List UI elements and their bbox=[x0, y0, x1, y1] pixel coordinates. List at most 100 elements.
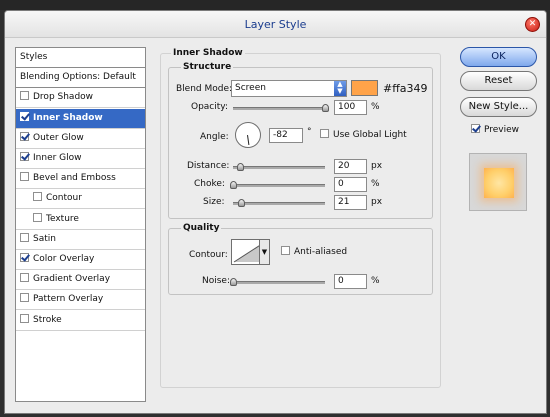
shadow-color-swatch[interactable] bbox=[351, 80, 378, 96]
style-item-checkbox[interactable] bbox=[20, 253, 29, 262]
style-item-checkbox[interactable] bbox=[33, 212, 42, 222]
size-unit: px bbox=[371, 197, 383, 207]
style-item-gradient-overlay[interactable]: Gradient Overlay bbox=[16, 270, 145, 291]
preview-checkbox[interactable] bbox=[471, 124, 480, 133]
size-input[interactable]: 21 bbox=[334, 195, 367, 210]
ok-button[interactable]: OK bbox=[460, 47, 537, 67]
noise-slider[interactable] bbox=[230, 278, 325, 286]
anti-aliased-checkbox[interactable] bbox=[281, 246, 290, 255]
opacity-unit: % bbox=[371, 102, 380, 112]
style-item-outer-glow[interactable]: Outer Glow bbox=[16, 129, 145, 149]
style-item-checkbox[interactable] bbox=[20, 91, 29, 101]
contour-dropdown-button[interactable]: ▼ bbox=[259, 239, 270, 265]
choke-unit: % bbox=[371, 179, 380, 189]
close-button[interactable]: ✕ bbox=[525, 17, 540, 32]
blend-mode-value: Screen bbox=[235, 83, 266, 93]
style-item-blending-options-default[interactable]: Blending Options: Default bbox=[16, 68, 145, 89]
style-item-checkbox[interactable] bbox=[20, 273, 29, 283]
dialog-title: Layer Style bbox=[244, 18, 307, 31]
style-item-label: Inner Glow bbox=[33, 153, 82, 163]
opacity-slider[interactable] bbox=[233, 104, 329, 112]
noise-slider-knob[interactable] bbox=[230, 278, 237, 286]
style-item-label: Color Overlay bbox=[33, 254, 95, 264]
layer-style-dialog: Layer Style ✕ Styles Blending Options: De… bbox=[4, 10, 547, 414]
angle-dial[interactable] bbox=[235, 122, 261, 148]
style-item-checkbox[interactable] bbox=[20, 152, 29, 161]
style-item-checkbox[interactable] bbox=[20, 131, 29, 141]
style-item-color-overlay[interactable]: Color Overlay bbox=[16, 250, 145, 270]
noise-unit: % bbox=[371, 276, 380, 286]
angle-input[interactable]: -82 bbox=[269, 128, 303, 143]
style-item-texture[interactable]: Texture bbox=[16, 210, 145, 230]
style-item-inner-shadow[interactable]: Inner Shadow bbox=[16, 108, 145, 129]
style-item-pattern-overlay[interactable]: Pattern Overlay bbox=[16, 290, 145, 311]
style-item-label: Bevel and Emboss bbox=[33, 173, 116, 184]
noise-input[interactable]: 0 bbox=[334, 274, 367, 289]
choke-slider-knob[interactable] bbox=[230, 181, 237, 189]
noise-label: Noise: bbox=[202, 276, 230, 286]
distance-slider-knob[interactable] bbox=[237, 163, 245, 171]
new-style-button[interactable]: New Style... bbox=[460, 97, 537, 117]
style-preview-thumbnail bbox=[469, 153, 527, 211]
preview-label: Preview bbox=[484, 125, 520, 135]
anti-aliased-label: Anti-aliased bbox=[294, 247, 348, 257]
reset-button[interactable]: Reset bbox=[460, 71, 537, 91]
distance-label: Distance: bbox=[187, 161, 230, 171]
style-item-contour[interactable]: Contour bbox=[16, 189, 145, 210]
style-item-label: Styles bbox=[20, 52, 48, 62]
style-item-bevel-and-emboss[interactable]: Bevel and Emboss bbox=[16, 169, 145, 190]
style-item-label: Texture bbox=[46, 213, 79, 224]
anti-aliased[interactable]: Anti-aliased bbox=[281, 246, 347, 257]
blend-mode-label: Blend Mode: bbox=[176, 84, 233, 94]
choke-label: Choke: bbox=[194, 179, 225, 189]
inner-shadow-title: Inner Shadow bbox=[171, 48, 245, 58]
style-item-stroke[interactable]: Stroke bbox=[16, 311, 145, 331]
style-item-label: Blending Options: Default bbox=[20, 72, 136, 83]
style-item-label: Contour bbox=[46, 193, 82, 204]
distance-slider[interactable] bbox=[233, 163, 325, 171]
title-bar[interactable]: Layer Style ✕ bbox=[5, 11, 546, 38]
style-item-checkbox[interactable] bbox=[20, 172, 29, 182]
style-item-inner-glow[interactable]: Inner Glow bbox=[16, 149, 145, 169]
choke-input[interactable]: 0 bbox=[334, 177, 367, 192]
styles-list: Styles Blending Options: Default Drop Shad… bbox=[15, 47, 146, 402]
chevron-down-icon: ▼ bbox=[261, 248, 268, 256]
blend-mode-select[interactable]: Screen ▲ ▼ bbox=[231, 80, 347, 97]
use-global-light[interactable]: Use Global Light bbox=[320, 129, 407, 140]
style-item-checkbox[interactable] bbox=[33, 192, 42, 202]
style-item-label: Inner Shadow bbox=[33, 112, 103, 123]
size-slider[interactable] bbox=[233, 199, 325, 207]
structure-title: Structure bbox=[181, 62, 234, 72]
opacity-slider-knob[interactable] bbox=[322, 104, 329, 112]
preview-toggle[interactable]: Preview bbox=[471, 124, 519, 135]
updown-arrows-icon: ▲ ▼ bbox=[334, 81, 346, 96]
quality-title: Quality bbox=[181, 223, 222, 233]
style-item-label: Drop Shadow bbox=[33, 92, 94, 103]
style-item-drop-shadow[interactable]: Drop Shadow bbox=[16, 88, 145, 109]
style-item-styles[interactable]: Styles bbox=[16, 48, 145, 68]
opacity-label: Opacity: bbox=[191, 102, 228, 112]
distance-input[interactable]: 20 bbox=[334, 159, 367, 174]
color-hex-label: #ffa349 bbox=[383, 82, 428, 95]
style-item-checkbox[interactable] bbox=[20, 232, 29, 242]
style-item-satin[interactable]: Satin bbox=[16, 230, 145, 250]
angle-unit: ° bbox=[307, 127, 312, 137]
angle-dial-hand bbox=[247, 135, 250, 146]
style-item-label: Satin bbox=[33, 233, 56, 244]
style-item-label: Pattern Overlay bbox=[33, 294, 104, 305]
style-item-label: Outer Glow bbox=[33, 132, 84, 143]
style-item-checkbox[interactable] bbox=[20, 293, 29, 303]
size-slider-knob[interactable] bbox=[237, 199, 245, 207]
opacity-input[interactable]: 100 bbox=[334, 100, 367, 115]
distance-unit: px bbox=[371, 161, 383, 171]
style-item-label: Gradient Overlay bbox=[33, 274, 111, 285]
choke-slider[interactable] bbox=[230, 181, 325, 189]
style-item-label: Stroke bbox=[33, 314, 62, 325]
contour-label: Contour: bbox=[189, 250, 228, 260]
use-global-light-label: Use Global Light bbox=[333, 130, 407, 140]
preview-swatch bbox=[484, 168, 514, 198]
style-item-checkbox[interactable] bbox=[20, 313, 29, 323]
background-strip bbox=[0, 0, 550, 10]
use-global-light-checkbox[interactable] bbox=[320, 129, 329, 138]
style-item-checkbox[interactable] bbox=[20, 111, 29, 121]
